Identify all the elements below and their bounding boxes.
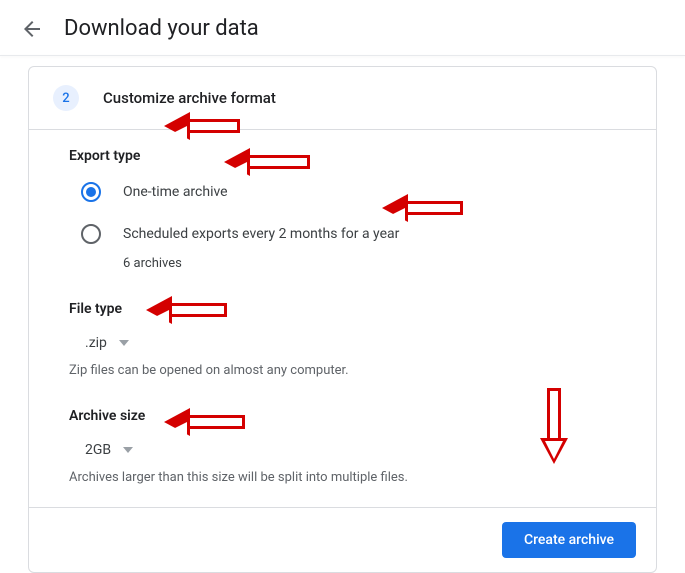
archive-size-selected: 2GB: [85, 442, 111, 458]
main-panel: 2 Customize archive format Export type O…: [28, 66, 657, 573]
archive-size-helper: Archives larger than this size will be s…: [69, 470, 616, 485]
panel-footer: Create archive: [29, 507, 656, 572]
radio-scheduled-exports[interactable]: Scheduled exports every 2 months for a y…: [69, 220, 616, 252]
page-title: Download your data: [64, 16, 259, 41]
archive-size-dropdown[interactable]: 2GB: [69, 438, 149, 462]
export-type-label: Export type: [69, 148, 616, 164]
radio-subtext: 6 archives: [123, 256, 616, 271]
radio-icon: [81, 182, 101, 202]
chevron-down-icon: [123, 447, 133, 453]
back-arrow-icon[interactable]: [20, 17, 44, 41]
page-header: Download your data: [0, 0, 685, 55]
panel-content: Export type One-time archive Scheduled e…: [29, 130, 656, 507]
header-divider: [0, 55, 685, 56]
step-header: 2 Customize archive format: [29, 67, 656, 130]
archive-size-label: Archive size: [69, 408, 616, 424]
file-type-helper: Zip files can be opened on almost any co…: [69, 363, 616, 378]
file-type-label: File type: [69, 301, 616, 317]
radio-one-time-archive[interactable]: One-time archive: [69, 178, 616, 210]
file-type-selected: .zip: [85, 335, 107, 351]
radio-icon: [81, 224, 101, 244]
step-number-badge: 2: [53, 85, 79, 111]
file-type-section: File type .zip Zip files can be opened o…: [69, 301, 616, 378]
chevron-down-icon: [119, 340, 129, 346]
file-type-dropdown[interactable]: .zip: [69, 331, 145, 355]
archive-size-section: Archive size 2GB Archives larger than th…: [69, 408, 616, 485]
radio-label: Scheduled exports every 2 months for a y…: [123, 226, 399, 242]
step-title: Customize archive format: [103, 89, 276, 107]
create-archive-button[interactable]: Create archive: [502, 522, 636, 558]
radio-label: One-time archive: [123, 184, 228, 200]
